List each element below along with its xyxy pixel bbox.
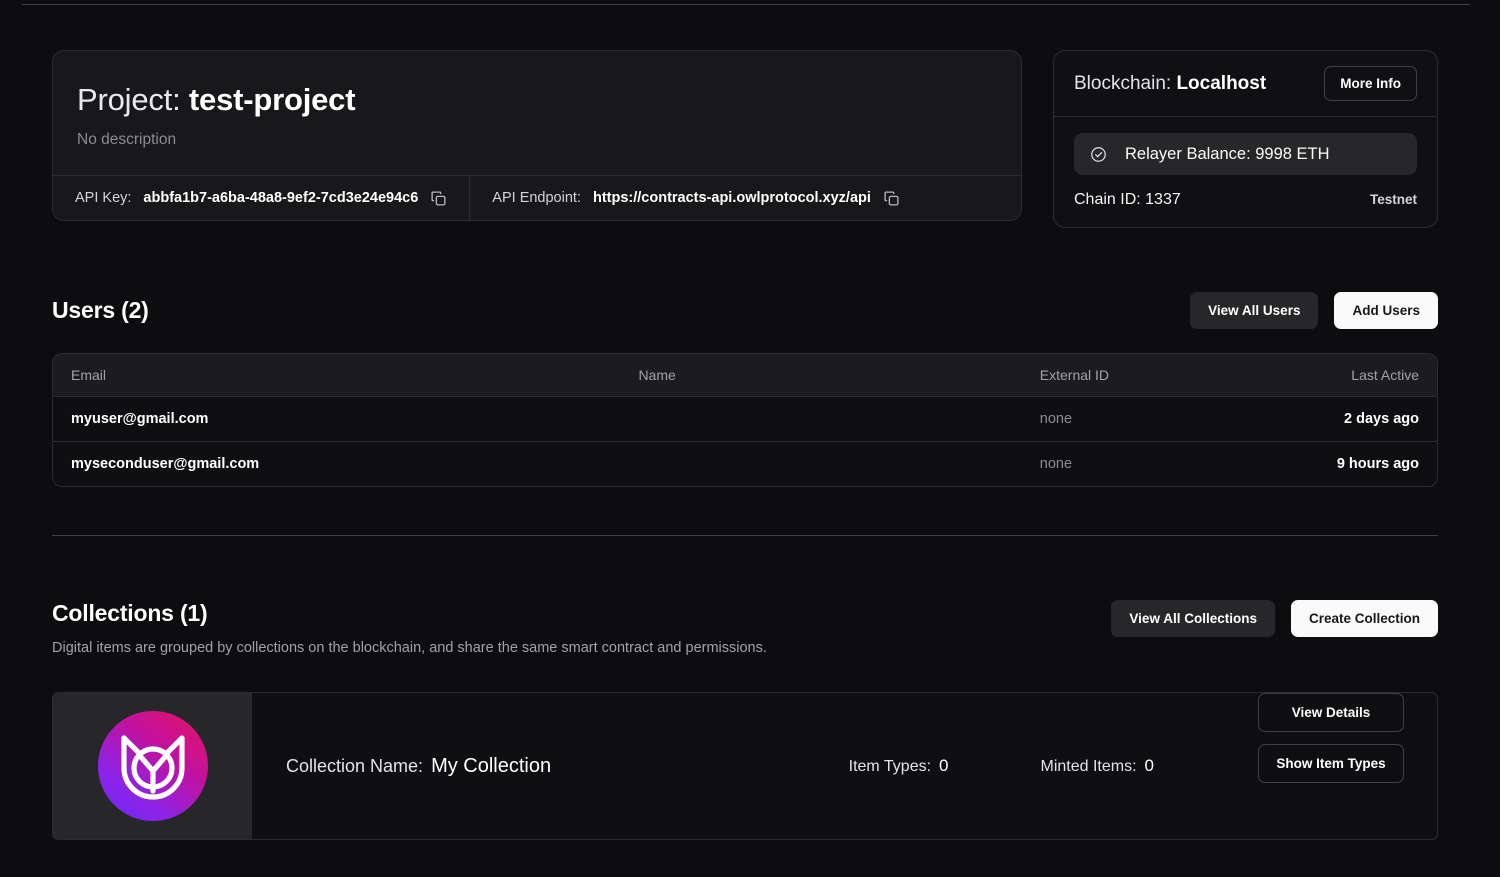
users-section-header: Users (2) View All Users Add Users: [52, 292, 1438, 329]
collections-actions: View All Collections Create Collection: [1111, 600, 1438, 637]
collections-title: Collections (1): [52, 600, 767, 627]
add-users-button[interactable]: Add Users: [1334, 292, 1438, 329]
show-item-types-button[interactable]: Show Item Types: [1258, 744, 1404, 783]
view-all-collections-button[interactable]: View All Collections: [1111, 600, 1275, 637]
cell-external-id: none: [1022, 441, 1243, 486]
users-table-body: myuser@gmail.com none 2 days ago mysecon…: [53, 396, 1437, 486]
users-table-header-row: Email Name External ID Last Active: [53, 354, 1437, 396]
collection-name-block: Collection Name: My Collection: [286, 755, 849, 778]
blockchain-meta: Chain ID: 1337 Testnet: [1074, 191, 1417, 209]
users-title: Users (2): [52, 297, 149, 324]
api-endpoint-label: API Endpoint:: [492, 190, 581, 206]
blockchain-card-body: Relayer Balance: 9998 ETH Chain ID: 1337…: [1054, 117, 1437, 227]
blockchain-network: Localhost: [1176, 73, 1266, 94]
api-endpoint-value: https://contracts-api.owlprotocol.xyz/ap…: [593, 190, 871, 206]
check-circle-icon: [1090, 146, 1107, 163]
table-row[interactable]: myseconduser@gmail.com none 9 hours ago: [53, 441, 1437, 486]
cell-external-id: none: [1022, 396, 1243, 441]
project-card: Project: test-project No description API…: [52, 50, 1022, 221]
minted-items-stat: Minted Items: 0: [1041, 756, 1155, 776]
blockchain-card: Blockchain: Localhost More Info Relayer …: [1053, 50, 1438, 228]
collection-name-label: Collection Name:: [286, 756, 423, 776]
api-endpoint-row: API Endpoint: https://contracts-api.owlp…: [470, 176, 922, 220]
owl-logo-icon: [98, 711, 208, 821]
collection-card[interactable]: Collection Name: My Collection Item Types…: [52, 692, 1438, 840]
cell-name: [620, 396, 1021, 441]
page-title: Project: test-project: [77, 83, 997, 117]
item-types-value: 0: [939, 756, 948, 775]
minted-items-value: 0: [1145, 756, 1154, 775]
collections-section-header: Collections (1) Digital items are groupe…: [52, 600, 1438, 656]
collection-card-actions: View Details Show Item Types: [1258, 693, 1437, 839]
collections-description: Digital items are grouped by collections…: [52, 640, 767, 656]
section-divider: [52, 535, 1438, 536]
summary-row: Project: test-project No description API…: [52, 50, 1438, 228]
item-types-label: Item Types:: [849, 758, 931, 775]
blockchain-title: Blockchain: Localhost: [1074, 73, 1266, 95]
cell-email: myseconduser@gmail.com: [53, 441, 620, 486]
item-types-stat: Item Types: 0: [849, 756, 949, 776]
project-card-body: Project: test-project No description: [53, 51, 1021, 175]
collections-heading-block: Collections (1) Digital items are groupe…: [52, 600, 767, 656]
api-key-row: API Key: abbfa1b7-a6ba-48a8-9ef2-7cd3e24…: [53, 176, 470, 220]
column-header-name: Name: [620, 354, 1021, 396]
project-description: No description: [77, 131, 997, 149]
network-type-badge: Testnet: [1370, 192, 1417, 207]
column-header-last-active: Last Active: [1243, 354, 1437, 396]
collection-card-main: Collection Name: My Collection Item Types…: [252, 693, 1258, 839]
column-header-external-id: External ID: [1022, 354, 1243, 396]
project-card-footer: API Key: abbfa1b7-a6ba-48a8-9ef2-7cd3e24…: [53, 175, 1021, 220]
users-table-head: Email Name External ID Last Active: [53, 354, 1437, 396]
cell-last-active: 2 days ago: [1243, 396, 1437, 441]
table-row[interactable]: myuser@gmail.com none 2 days ago: [53, 396, 1437, 441]
column-header-email: Email: [53, 354, 620, 396]
more-info-button[interactable]: More Info: [1324, 66, 1417, 101]
users-actions: View All Users Add Users: [1190, 292, 1438, 329]
users-table: Email Name External ID Last Active myuse…: [52, 353, 1438, 487]
top-divider: [22, 4, 1470, 5]
cell-name: [620, 441, 1021, 486]
project-name: test-project: [189, 82, 355, 117]
minted-items-label: Minted Items:: [1041, 758, 1137, 775]
relayer-balance-text: Relayer Balance: 9998 ETH: [1125, 145, 1330, 164]
create-collection-button[interactable]: Create Collection: [1291, 600, 1438, 637]
cell-email: myuser@gmail.com: [53, 396, 620, 441]
collection-logo-panel: [53, 693, 252, 839]
page-root: Project: test-project No description API…: [0, 0, 1500, 877]
collection-name-value: My Collection: [431, 755, 551, 777]
blockchain-card-header: Blockchain: Localhost More Info: [1054, 51, 1437, 117]
project-title-label: Project:: [77, 82, 181, 117]
view-all-users-button[interactable]: View All Users: [1190, 292, 1318, 329]
cell-last-active: 9 hours ago: [1243, 441, 1437, 486]
copy-api-key-icon[interactable]: [430, 190, 447, 207]
chain-id-text: Chain ID: 1337: [1074, 191, 1181, 209]
view-details-button[interactable]: View Details: [1258, 693, 1404, 732]
relayer-balance-badge: Relayer Balance: 9998 ETH: [1074, 133, 1417, 175]
copy-api-endpoint-icon[interactable]: [883, 190, 900, 207]
api-key-value: abbfa1b7-a6ba-48a8-9ef2-7cd3e24e94c6: [143, 190, 418, 206]
api-key-label: API Key:: [75, 190, 131, 206]
users-table-element: Email Name External ID Last Active myuse…: [53, 354, 1437, 486]
blockchain-label: Blockchain:: [1074, 73, 1171, 94]
